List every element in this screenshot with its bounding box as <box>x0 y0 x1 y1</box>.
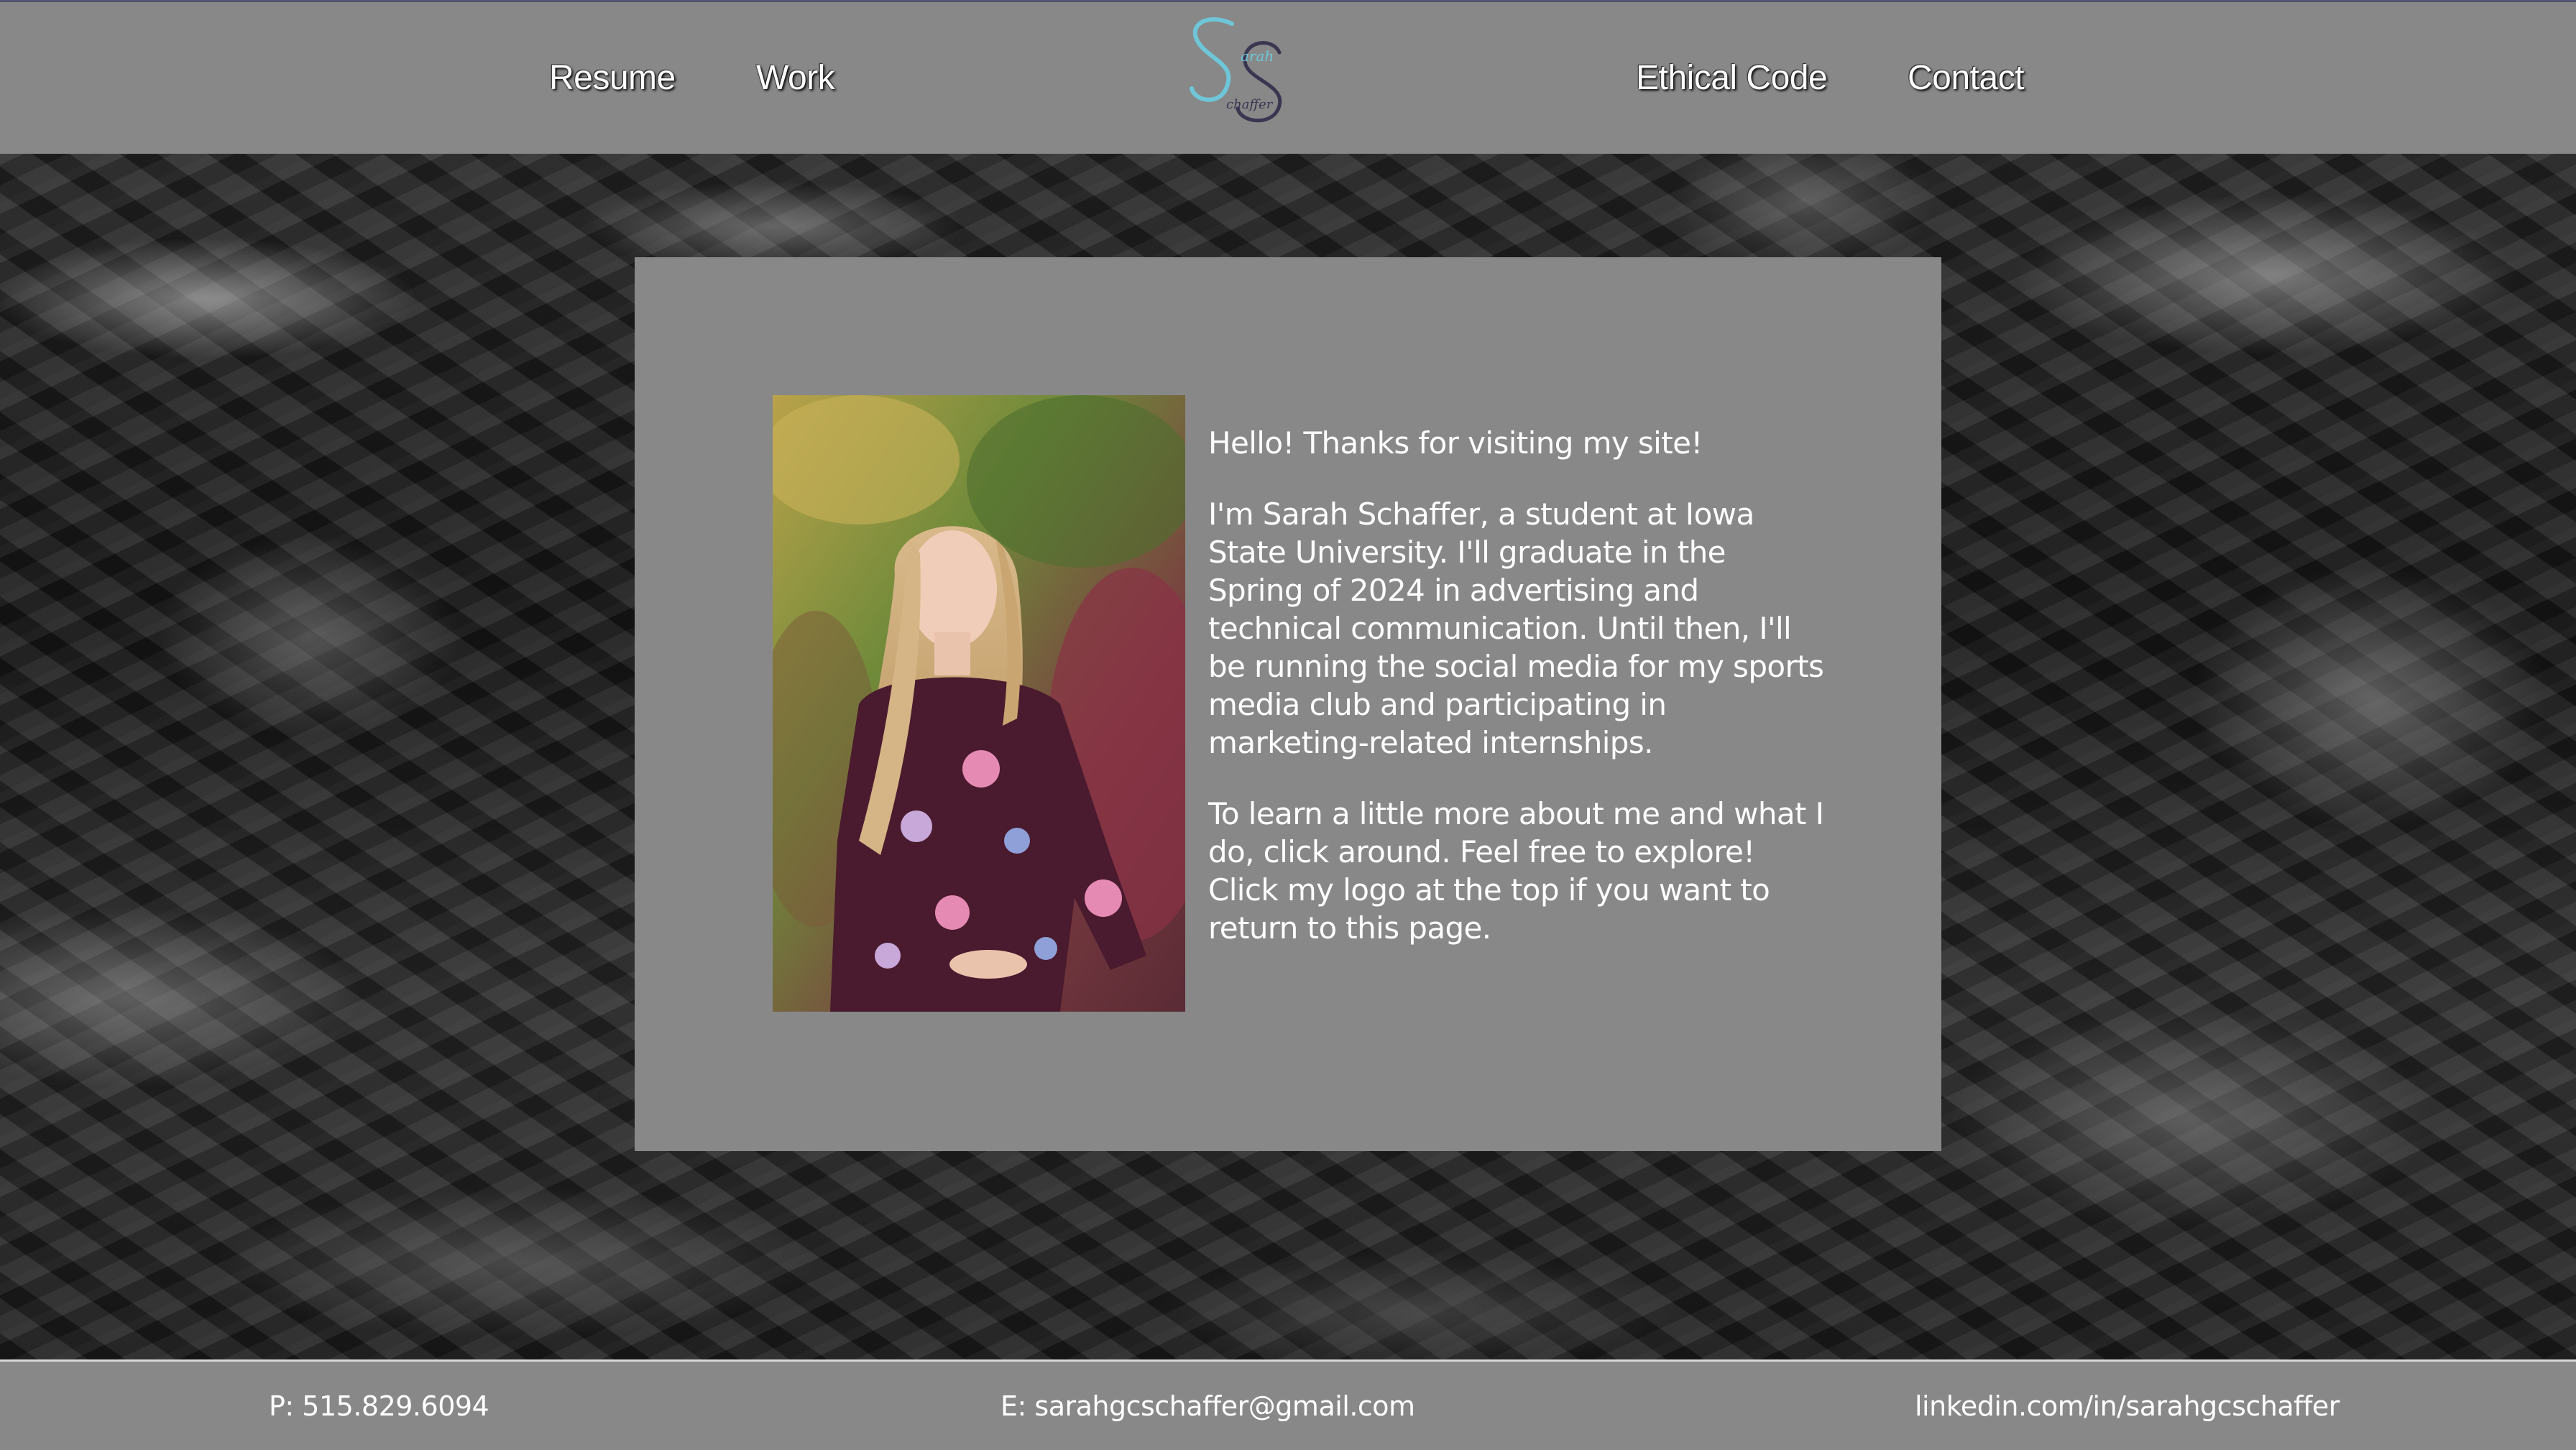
site-footer: P: 515.829.6094 E: sarahgcschaffer@gmail… <box>0 1359 2576 1450</box>
intro-card: Hello! Thanks for visiting my site! I'm … <box>635 257 1941 1151</box>
nav-link-contact[interactable]: Contact <box>1908 58 2024 98</box>
site-header: Resume Work arah chaffer Ethical Code Co… <box>0 0 2576 154</box>
logo-home-link[interactable]: arah chaffer <box>1179 8 1294 137</box>
svg-text:arah: arah <box>1241 47 1274 65</box>
intro-text: Hello! Thanks for visiting my site! I'm … <box>1208 424 1826 980</box>
nav-link-resume[interactable]: Resume <box>549 58 676 98</box>
nav-link-ethical-code[interactable]: Ethical Code <box>1636 58 1828 98</box>
footer-email[interactable]: E: sarahgcschaffer@gmail.com <box>1000 1390 1415 1422</box>
svg-text:chaffer: chaffer <box>1226 97 1274 112</box>
footer-linkedin[interactable]: linkedin.com/in/sarahgcschaffer <box>1915 1390 2340 1422</box>
ss-monogram-logo-icon: arah chaffer <box>1190 17 1282 123</box>
explore-paragraph: To learn a little more about me and what… <box>1208 796 1824 946</box>
profile-photo <box>773 395 1185 1012</box>
greeting-text: Hello! Thanks for visiting my site! <box>1208 425 1703 461</box>
nav-link-work[interactable]: Work <box>756 58 835 98</box>
footer-phone: P: 515.829.6094 <box>269 1390 489 1422</box>
bio-paragraph: I'm Sarah Schaffer, a student at Iowa St… <box>1208 497 1824 760</box>
